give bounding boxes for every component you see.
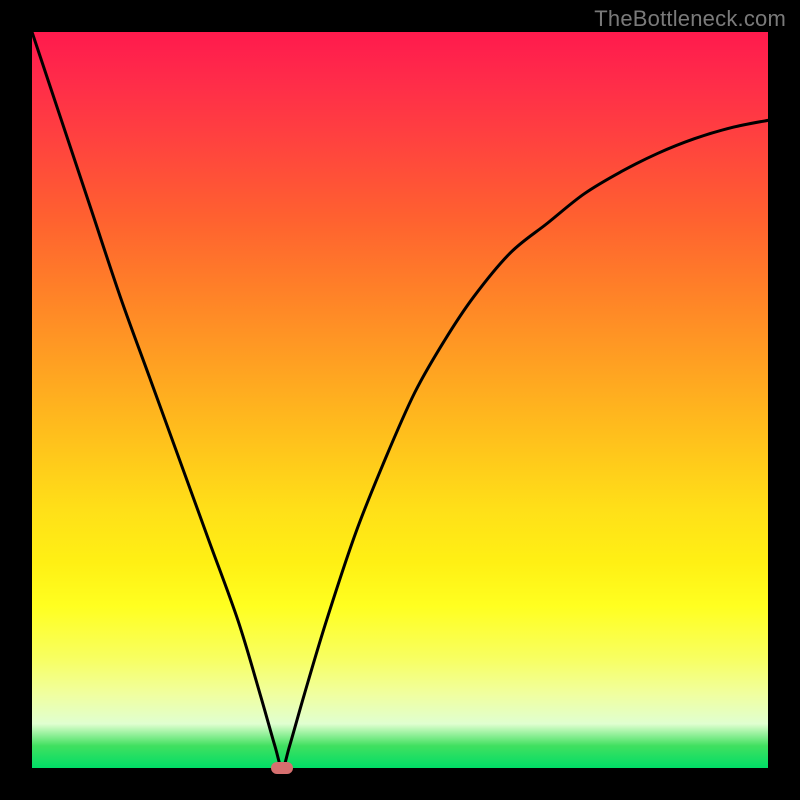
- optimal-point-marker: [271, 762, 293, 774]
- chart-container: TheBottleneck.com: [0, 0, 800, 800]
- plot-area: [32, 32, 768, 768]
- bottleneck-curve: [32, 32, 768, 768]
- watermark-text: TheBottleneck.com: [594, 6, 786, 32]
